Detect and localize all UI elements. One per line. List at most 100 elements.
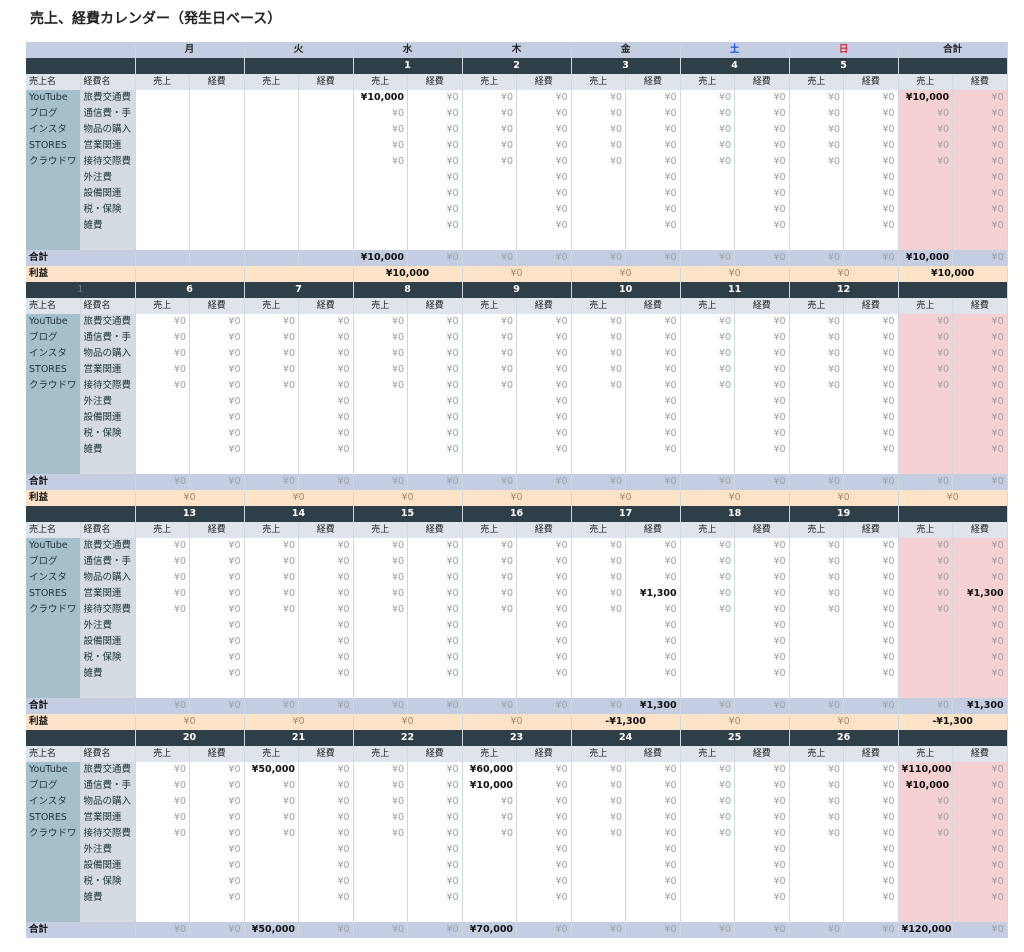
- expense-cell[interactable]: ¥0: [516, 314, 572, 330]
- sales-cell[interactable]: ¥0: [571, 378, 627, 394]
- expense-total[interactable]: ¥0: [516, 698, 572, 714]
- sales-header[interactable]: 売上: [353, 74, 409, 90]
- sales-cell[interactable]: ¥0: [462, 554, 518, 570]
- sales-cell[interactable]: [571, 906, 627, 922]
- sales-cell[interactable]: [135, 186, 190, 202]
- sales-total[interactable]: ¥0: [353, 474, 409, 490]
- sales-cell[interactable]: [353, 234, 409, 250]
- sales-header[interactable]: 売上: [898, 74, 954, 90]
- profit-value[interactable]: [244, 266, 354, 282]
- sales-header[interactable]: 売上: [135, 74, 190, 90]
- week-sales-total-cell[interactable]: [898, 874, 954, 890]
- sales-cell[interactable]: [462, 842, 518, 858]
- expense-cell[interactable]: ¥0: [298, 394, 354, 410]
- sales-cell[interactable]: ¥0: [462, 570, 518, 586]
- profit-value[interactable]: ¥0: [680, 490, 790, 506]
- day-number[interactable]: 19: [789, 506, 899, 522]
- sales-cell[interactable]: ¥0: [571, 810, 627, 826]
- week-sales-total-cell[interactable]: ¥0: [898, 106, 954, 122]
- expense-header[interactable]: 経費: [952, 522, 1008, 538]
- week-sales-total-cell[interactable]: [898, 906, 954, 922]
- day-number[interactable]: 7: [244, 282, 354, 298]
- expense-cell[interactable]: [189, 138, 245, 154]
- expense-cell[interactable]: [516, 234, 572, 250]
- expense-name[interactable]: 旅費交通費: [80, 762, 136, 778]
- sales-cell[interactable]: [135, 618, 190, 634]
- expense-cell[interactable]: ¥0: [843, 554, 899, 570]
- expense-cell[interactable]: ¥0: [298, 442, 354, 458]
- expense-cell[interactable]: ¥0: [625, 378, 681, 394]
- expense-cell[interactable]: [298, 170, 354, 186]
- sales-cell[interactable]: ¥0: [353, 106, 409, 122]
- sales-cell[interactable]: ¥0: [244, 378, 300, 394]
- expense-total[interactable]: ¥0: [843, 474, 899, 490]
- expense-cell[interactable]: ¥0: [516, 842, 572, 858]
- expense-name[interactable]: 設備関連: [80, 410, 136, 426]
- profit-value[interactable]: ¥0: [462, 714, 572, 730]
- sales-cell[interactable]: ¥0: [571, 138, 627, 154]
- expense-header[interactable]: 経費: [189, 522, 245, 538]
- expense-total[interactable]: ¥1,300: [625, 698, 681, 714]
- sales-cell[interactable]: ¥0: [789, 554, 845, 570]
- sales-cell[interactable]: ¥0: [135, 378, 190, 394]
- expense-cell[interactable]: ¥0: [625, 570, 681, 586]
- expense-cell[interactable]: ¥1,300: [625, 586, 681, 602]
- sales-source-name[interactable]: [26, 666, 81, 682]
- expense-cell[interactable]: ¥0: [516, 90, 572, 106]
- week-expense-total-cell[interactable]: ¥0: [952, 810, 1008, 826]
- expense-cell[interactable]: ¥0: [625, 602, 681, 618]
- week-expense-total-cell[interactable]: ¥0: [952, 90, 1008, 106]
- sales-header[interactable]: 売上: [462, 746, 518, 762]
- expense-cell[interactable]: ¥0: [189, 666, 245, 682]
- expense-header[interactable]: 経費: [516, 746, 572, 762]
- sales-total[interactable]: ¥0: [353, 922, 409, 938]
- expense-cell[interactable]: ¥0: [516, 570, 572, 586]
- expense-total[interactable]: ¥0: [734, 698, 790, 714]
- day-number[interactable]: 1: [353, 58, 463, 74]
- expense-cell[interactable]: ¥0: [734, 570, 790, 586]
- expense-cell[interactable]: [189, 154, 245, 170]
- sales-cell[interactable]: [244, 858, 300, 874]
- sales-total[interactable]: ¥0: [571, 250, 627, 266]
- sales-cell[interactable]: [462, 618, 518, 634]
- expense-name[interactable]: 外注費: [80, 170, 136, 186]
- expense-total[interactable]: ¥0: [407, 698, 463, 714]
- expense-total[interactable]: ¥0: [516, 250, 572, 266]
- expense-cell[interactable]: ¥0: [407, 570, 463, 586]
- expense-name[interactable]: 接待交際費: [80, 826, 136, 842]
- sales-cell[interactable]: ¥0: [680, 762, 736, 778]
- week-sales-total-cell[interactable]: [898, 458, 954, 474]
- sales-cell[interactable]: [353, 186, 409, 202]
- expense-cell[interactable]: [625, 234, 681, 250]
- sales-cell[interactable]: ¥0: [789, 570, 845, 586]
- week-expense-total-cell[interactable]: ¥0: [952, 218, 1008, 234]
- sales-cell[interactable]: ¥0: [135, 538, 190, 554]
- expense-header[interactable]: 経費: [189, 298, 245, 314]
- sales-cell[interactable]: ¥0: [353, 538, 409, 554]
- sales-cell[interactable]: ¥0: [680, 90, 736, 106]
- sales-cell[interactable]: ¥0: [135, 330, 190, 346]
- expense-cell[interactable]: ¥0: [516, 154, 572, 170]
- sales-cell[interactable]: ¥0: [353, 778, 409, 794]
- sales-name-header[interactable]: 売上名: [26, 74, 81, 90]
- week-expense-total-cell[interactable]: ¥0: [952, 330, 1008, 346]
- sales-header[interactable]: 売上: [789, 74, 845, 90]
- sales-cell[interactable]: ¥0: [353, 330, 409, 346]
- expense-cell[interactable]: ¥0: [298, 330, 354, 346]
- expense-cell[interactable]: ¥0: [843, 138, 899, 154]
- week-sales-total-cell[interactable]: ¥0: [898, 314, 954, 330]
- sales-cell[interactable]: ¥0: [789, 378, 845, 394]
- sales-cell[interactable]: [135, 458, 190, 474]
- profit-value[interactable]: ¥0: [680, 714, 790, 730]
- week-expense-total-cell[interactable]: ¥0: [952, 426, 1008, 442]
- sales-cell[interactable]: ¥0: [680, 122, 736, 138]
- expense-name[interactable]: 接待交際費: [80, 378, 136, 394]
- sales-cell[interactable]: ¥0: [462, 586, 518, 602]
- expense-cell[interactable]: ¥0: [734, 426, 790, 442]
- sales-source-name[interactable]: [26, 842, 81, 858]
- expense-cell[interactable]: ¥0: [516, 538, 572, 554]
- expense-cell[interactable]: ¥0: [407, 778, 463, 794]
- sales-cell[interactable]: [789, 202, 845, 218]
- sales-total[interactable]: ¥0: [680, 922, 736, 938]
- sales-cell[interactable]: [680, 218, 736, 234]
